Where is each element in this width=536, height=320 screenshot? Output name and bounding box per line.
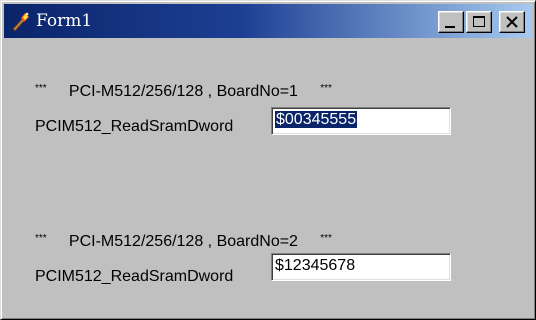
board1-header-text: PCI-M512/256/128 , BoardNo=1 — [68, 83, 298, 100]
board1-value-field[interactable]: $00345555 — [271, 107, 451, 135]
maximize-icon — [473, 16, 485, 27]
board1-stars-left: *** — [35, 83, 47, 94]
board1-field-label: PCIM512_ReadSramDword — [35, 118, 234, 135]
board2-stars-left: *** — [35, 233, 47, 244]
maximize-button[interactable] — [466, 11, 492, 33]
board2-field-label: PCIM512_ReadSramDword — [35, 268, 234, 285]
close-button[interactable] — [499, 11, 525, 33]
board1-header: *** PCI-M512/256/128 , BoardNo=1 *** — [35, 79, 332, 102]
window-title: Form1 — [36, 11, 93, 31]
title-bar[interactable]: Form1 — [4, 4, 532, 38]
minimize-icon — [445, 26, 455, 28]
board2-value-text: $12345678 — [275, 257, 356, 274]
board2-stars-right: *** — [320, 233, 332, 244]
delphi-torch-icon — [12, 12, 29, 32]
board2-header-text: PCI-M512/256/128 , BoardNo=2 — [68, 233, 298, 250]
minimize-button[interactable] — [438, 11, 464, 33]
board2-header: *** PCI-M512/256/128 , BoardNo=2 *** — [35, 229, 332, 252]
board1-stars-right: *** — [320, 83, 332, 94]
form1-window: Form1 *** PCI-M512/256/128 , BoardNo=1 *… — [0, 0, 536, 320]
board2-value-field[interactable]: $12345678 — [271, 253, 451, 281]
close-icon — [506, 16, 518, 28]
board1-value-text: $00345555 — [275, 111, 358, 128]
